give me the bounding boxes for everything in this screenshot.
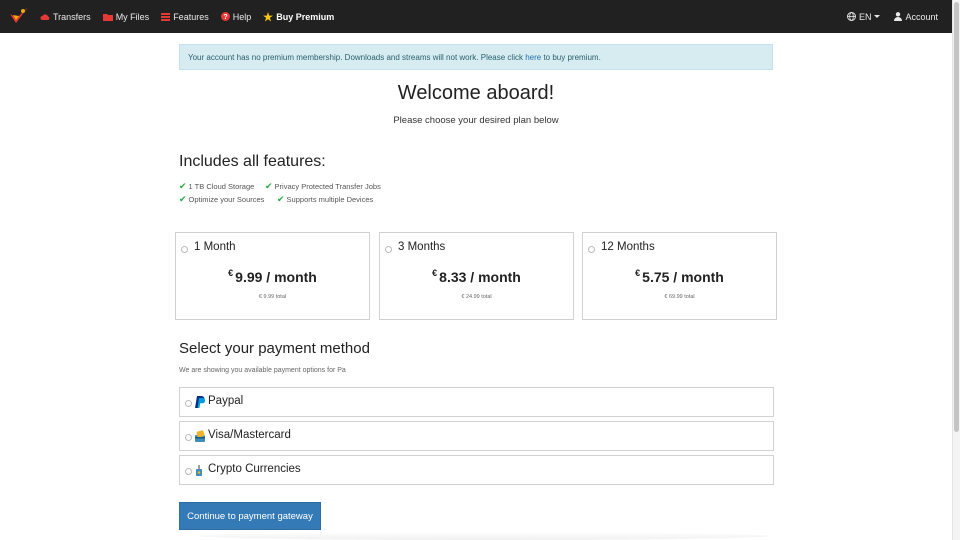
alert-text-before: Your account has no premium membership. … [188,52,523,62]
plan-name: 12 Months [601,241,655,253]
plan-name: 1 Month [194,241,236,253]
paypal-icon [195,396,205,408]
page-subtitle: Please choose your desired plan below [393,115,559,126]
check-icon: ✔ [179,181,187,191]
cloud-icon [40,13,50,20]
page-title: Welcome aboard! [397,82,555,104]
feature-label: Privacy Protected Transfer Jobs [274,182,381,191]
feature-item: ✔ Privacy Protected Transfer Jobs [265,181,381,192]
plan-card-12-months[interactable]: 12 Months €5.75 / month € 69.99 total [582,232,777,320]
account-label: Account [905,11,938,22]
nav-help-label: Help [232,11,252,22]
globe-icon [847,12,856,21]
check-icon: ✔ [265,181,273,191]
page-scrollbar[interactable] [952,0,960,540]
account-link[interactable]: Account [894,12,938,22]
payment-label: Crypto Currencies [208,463,301,475]
check-icon: ✔ [277,194,285,204]
nav-links: Transfers My Files Features ? Help Buy P… [40,0,346,33]
payment-label: Paypal [208,395,244,407]
top-navbar: Transfers My Files Features ? Help Buy P… [0,0,952,33]
plan-radio[interactable] [385,246,392,253]
payment-radio[interactable] [185,434,192,441]
plan-total: € 24.99 total [461,294,492,300]
logo-icon[interactable] [8,5,30,27]
continue-button[interactable]: Continue to payment gateway [179,502,321,530]
payment-title: Select your payment method [179,340,370,357]
payment-label: Visa/Mastercard [208,429,291,441]
plan-price-value: 8.33 / month [439,269,521,285]
plan-currency: € [228,268,234,278]
feature-label: 1 TB Cloud Storage [188,182,255,191]
payment-radio[interactable] [185,400,192,407]
language-dropdown[interactable]: EN [847,12,881,22]
alert-here-link[interactable]: here [525,53,541,62]
features-title: Includes all features: [179,153,326,170]
credit-card-icon [195,430,205,442]
plan-total: € 69.99 total [664,294,695,300]
premium-alert: Your account has no premium membership. … [179,44,773,70]
plan-price: €9.99 / month [176,268,369,285]
nav-features-label: Features [173,11,209,22]
check-icon: ✔ [179,194,187,204]
plan-price-value: 9.99 / month [235,269,317,285]
help-icon: ? [220,12,230,21]
plan-currency: € [635,268,641,278]
language-label: EN [858,11,872,22]
plan-price: €8.33 / month [380,268,573,285]
payment-radio[interactable] [185,468,192,475]
folder-icon [102,13,113,21]
plan-card-1-month[interactable]: 1 Month €9.99 / month € 9.99 total [175,232,370,320]
payment-option-paypal[interactable]: Paypal [179,387,774,417]
star-icon [263,11,274,21]
chevron-down-icon [874,15,881,18]
svg-text:?: ? [223,14,227,21]
bottom-shadow [200,532,770,540]
crypto-icon [196,465,202,476]
nav-my-files[interactable]: My Files [102,11,150,22]
nav-help[interactable]: ? Help [220,11,252,22]
list-icon [161,12,171,21]
nav-features[interactable]: Features [161,12,209,22]
plan-total: € 9.99 total [258,294,287,300]
plan-currency: € [432,268,438,278]
nav-buy-premium-label: Buy Premium [276,11,335,22]
payment-option-crypto[interactable]: Crypto Currencies [179,455,774,485]
plan-price-value: 5.75 / month [642,269,724,285]
payment-subtitle: We are showing you available payment opt… [179,367,346,374]
plan-name: 3 Months [398,241,446,253]
plan-radio[interactable] [181,246,188,253]
nav-right: EN Account [833,0,938,33]
feature-label: Optimize your Sources [188,195,265,204]
feature-item: ✔ Optimize your Sources [179,194,264,205]
user-icon [894,12,903,21]
nav-my-files-label: My Files [115,11,150,22]
feature-item: ✔ 1 TB Cloud Storage [179,181,254,192]
plan-price: €5.75 / month [583,268,776,285]
nav-transfers-label: Transfers [53,11,91,22]
alert-text-after: to buy premium. [543,52,601,62]
plan-card-3-months[interactable]: 3 Months €8.33 / month € 24.99 total [379,232,574,320]
nav-buy-premium[interactable]: Buy Premium [263,11,335,22]
scrollbar-thumb[interactable] [954,2,959,432]
feature-label: Supports multiple Devices [286,195,374,204]
payment-option-card[interactable]: Visa/Mastercard [179,421,774,451]
plan-radio[interactable] [588,246,595,253]
feature-item: ✔ Supports multiple Devices [277,194,373,205]
nav-transfers[interactable]: Transfers [40,12,91,22]
